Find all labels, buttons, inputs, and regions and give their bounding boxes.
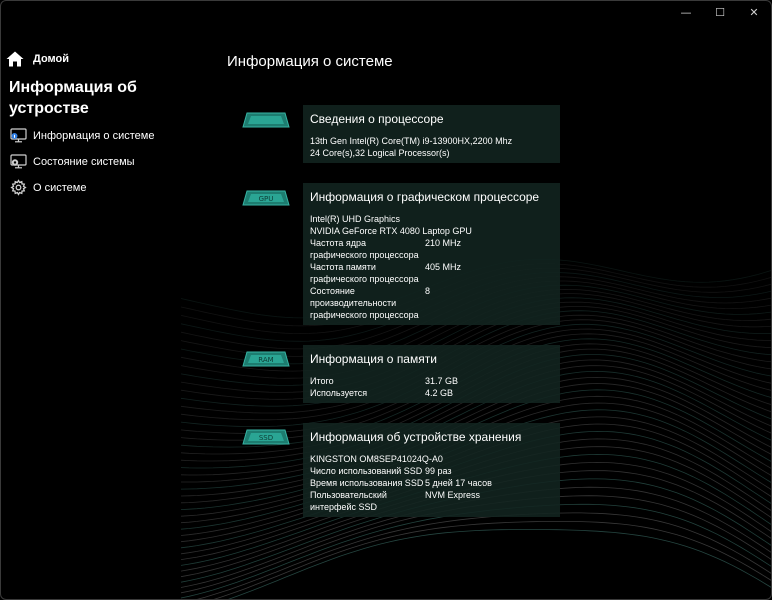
info-value: 99 раз xyxy=(425,466,452,476)
wave-line xyxy=(228,529,771,599)
gpu-chip-label: GPU xyxy=(259,195,274,203)
sidebar-item-label: О системе xyxy=(33,181,87,194)
home-link[interactable]: Домой xyxy=(6,51,69,67)
info-key: Пользовательский интерфейс SSD xyxy=(310,490,387,512)
info-value: 8 xyxy=(425,286,431,296)
info-row: Используется 4.2 GB xyxy=(310,387,553,399)
sidebar-item-label: Информация о системе xyxy=(33,129,155,142)
info-key: Частота памяти графического процессора xyxy=(310,262,419,284)
card-title: Информация о графическом процессоре xyxy=(310,190,540,204)
card-title: Сведения о процессоре xyxy=(310,112,444,126)
card-title: Информация о памяти xyxy=(310,352,437,366)
title-bar: — ☐ ✕ xyxy=(669,1,771,23)
card-title: Информация об устройстве хранения xyxy=(310,430,522,444)
page-title: Информация о системе xyxy=(227,53,393,70)
info-row: Число использований SSD 99 раз xyxy=(310,465,553,477)
wave-line xyxy=(196,512,771,599)
storage-info-card: Информация об устройстве хранения KINGST… xyxy=(303,423,560,517)
info-row: Состояние производительности графическог… xyxy=(310,285,553,321)
info-key: Число использований SSD xyxy=(310,466,423,476)
info-key: Итого xyxy=(310,376,334,386)
info-key: Состояние производительности графическог… xyxy=(310,286,419,320)
info-value: 405 MHz xyxy=(425,262,462,272)
info-value: 210 MHz xyxy=(425,238,462,248)
gpu-chip-icon: GPU xyxy=(241,187,291,209)
monitor-status-icon xyxy=(10,154,27,169)
info-key: Используется xyxy=(310,388,368,398)
ram-chip-label: RAM xyxy=(258,356,273,364)
info-key: Время использования SSD xyxy=(310,478,424,488)
gpu-info-card: Информация о графическом процессоре Inte… xyxy=(303,183,560,325)
card-line: 24 Core(s),32 Logical Processor(s) xyxy=(310,148,450,158)
info-key: Частота ядра графического процессора xyxy=(310,238,419,260)
sidebar-item-system-status[interactable]: Состояние системы xyxy=(10,154,135,169)
info-row: Частота памяти графического процессора 4… xyxy=(310,261,553,285)
sidebar-item-label: Состояние системы xyxy=(33,155,135,168)
app-window: — ☐ ✕ Домой Информация об устростве Инфо… xyxy=(0,0,772,600)
ssd-chip-label: SSD xyxy=(259,434,273,442)
cpu-info-card: Сведения о процессоре 13th Gen Intel(R) … xyxy=(303,105,560,163)
info-row: Частота ядра графического процессора 210… xyxy=(310,237,553,261)
sidebar: Домой Информация об устростве Информация… xyxy=(1,1,201,599)
info-value: NVM Express xyxy=(425,490,481,500)
info-value: 5 дней 17 часов xyxy=(425,478,492,488)
minimize-button[interactable]: — xyxy=(669,1,703,23)
ssd-chip-icon: SSD xyxy=(241,426,291,448)
info-row: Итого 31.7 GB xyxy=(310,375,553,387)
sidebar-item-system-info[interactable]: Информация о системе xyxy=(10,128,154,143)
card-line: 13th Gen Intel(R) Core(TM) i9-13900HX,22… xyxy=(310,136,513,146)
close-button[interactable]: ✕ xyxy=(737,1,771,23)
maximize-button[interactable]: ☐ xyxy=(703,1,737,23)
sidebar-section-title: Информация об устростве xyxy=(9,79,137,117)
info-value: 4.2 GB xyxy=(425,388,454,398)
gear-icon xyxy=(10,179,27,196)
home-label: Домой xyxy=(33,53,70,65)
cpu-chip-icon xyxy=(241,109,291,131)
info-row: Время использования SSD 5 дней 17 часов xyxy=(310,477,553,489)
ram-chip-icon: RAM xyxy=(241,348,291,370)
memory-info-card: Информация о памяти Итого 31.7 GB Исполь… xyxy=(303,345,560,403)
info-value: 31.7 GB xyxy=(425,376,459,386)
card-line: NVIDIA GeForce RTX 4080 Laptop GPU xyxy=(310,226,472,236)
sidebar-item-about[interactable]: О системе xyxy=(10,179,86,196)
card-line: KINGSTON OM8SEP41024Q-A0 xyxy=(310,454,443,464)
home-icon xyxy=(6,51,24,67)
info-row: Пользовательский интерфейс SSD NVM Expre… xyxy=(310,489,553,513)
card-line: Intel(R) UHD Graphics xyxy=(310,214,401,224)
monitor-info-icon xyxy=(10,128,27,143)
